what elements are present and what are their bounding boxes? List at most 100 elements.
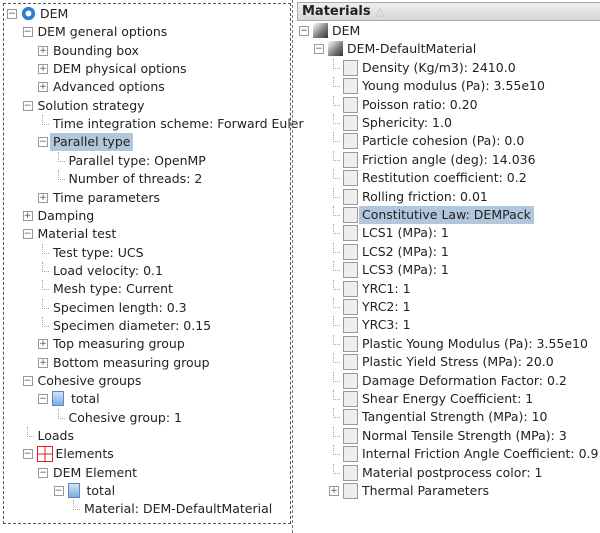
tree-item-lcs2-mpa-1[interactable]: LCS2 (MPa): 1 bbox=[293, 242, 600, 261]
tree-item-bounding-box[interactable]: + Bounding box bbox=[4, 42, 290, 60]
expand-icon[interactable]: + bbox=[38, 339, 48, 350]
tree-item-restitution-coefficient-0-2[interactable]: Restitution coefficient: 0.2 bbox=[293, 169, 600, 187]
tree-item-test-type-ucs[interactable]: Test type: UCS bbox=[4, 243, 290, 262]
collapse-icon[interactable]: − bbox=[314, 44, 324, 55]
tree-item-advanced-options[interactable]: + Advanced options bbox=[4, 78, 290, 96]
tree-connector bbox=[333, 132, 340, 143]
tree-item-lcs3-mpa-1[interactable]: LCS3 (MPa): 1 bbox=[293, 261, 600, 279]
sort-ascending-icon[interactable]: △ bbox=[376, 5, 384, 18]
tree-item-parallel-type[interactable]: − Parallel type bbox=[4, 133, 290, 152]
expand-icon[interactable]: + bbox=[22, 210, 33, 221]
material-icon bbox=[328, 41, 343, 57]
tree-item-lcs1-mpa-1[interactable]: LCS1 (MPa): 1 bbox=[293, 224, 600, 242]
tree-item-damping[interactable]: + Damping bbox=[4, 207, 290, 225]
tree-item-number-of-threads-2[interactable]: Number of threads: 2 bbox=[4, 170, 290, 188]
tree-item-yrc2-1[interactable]: YRC2: 1 bbox=[293, 298, 600, 316]
tree-item-mesh-type-current[interactable]: Mesh type: Current bbox=[4, 280, 290, 298]
tree-item-material-test[interactable]: − Material test bbox=[4, 225, 290, 243]
tree-item-specimen-diameter-0-15[interactable]: Specimen diameter: 0.15 bbox=[4, 316, 290, 335]
collapse-icon[interactable]: − bbox=[22, 449, 33, 460]
tree-item-dem[interactable]: − DEM bbox=[4, 5, 290, 23]
tree-item-dem-defaultmaterial[interactable]: − DEM-DefaultMaterial bbox=[293, 40, 600, 58]
tree-item-label: total bbox=[86, 483, 116, 499]
tree-item-plastic-young-modulus-pa-3-55e10[interactable]: Plastic Young Modulus (Pa): 3.55e10 bbox=[293, 334, 600, 353]
tree-item-label: Specimen length: 0.3 bbox=[53, 299, 187, 315]
tree-item-plastic-yield-stress-mpa-20-0[interactable]: Plastic Yield Stress (MPa): 20.0 bbox=[293, 353, 600, 371]
tree-item-shear-energy-coefficient-1[interactable]: Shear Energy Coefficient: 1 bbox=[293, 390, 600, 408]
tree-item-poisson-ratio-0-20[interactable]: Poisson ratio: 0.20 bbox=[293, 95, 600, 114]
expand-icon[interactable]: + bbox=[329, 486, 339, 496]
tree-item-thermal-parameters[interactable]: + Thermal Parameters bbox=[293, 482, 600, 500]
expand-icon[interactable]: + bbox=[38, 45, 48, 56]
tree-item-time-parameters[interactable]: + Time parameters bbox=[4, 189, 290, 207]
collapse-icon[interactable]: − bbox=[22, 229, 33, 240]
tree-connector bbox=[73, 500, 80, 511]
collapse-icon[interactable]: − bbox=[38, 137, 48, 148]
tree-item-rolling-friction-0-01[interactable]: Rolling friction: 0.01 bbox=[293, 187, 600, 206]
tree-connector bbox=[42, 316, 49, 327]
tree-item-tangential-strength-mpa-10[interactable]: Tangential Strength (MPa): 10 bbox=[293, 408, 600, 426]
collapse-icon[interactable]: − bbox=[22, 100, 33, 111]
tree-item-label: Shear Energy Coefficient: 1 bbox=[362, 391, 534, 406]
tree-item-dem-element[interactable]: − DEM Element bbox=[4, 464, 290, 482]
tree-item-cohesive-groups[interactable]: − Cohesive groups bbox=[4, 372, 290, 390]
collapse-icon[interactable]: − bbox=[22, 27, 33, 38]
tree-item-yrc1-1[interactable]: YRC1: 1 bbox=[293, 279, 600, 298]
materials-column-header[interactable]: Materials △ bbox=[297, 2, 600, 21]
expand-icon[interactable]: + bbox=[38, 357, 48, 368]
property-icon bbox=[343, 170, 358, 187]
tree-item-label: Load velocity: 0.1 bbox=[53, 262, 163, 278]
tree-item-label: YRC3: 1 bbox=[362, 317, 411, 333]
tree-item-constitutive-law-dempack[interactable]: Constitutive Law: DEMPack bbox=[293, 206, 600, 224]
tree-item-dem-general-options[interactable]: − DEM general options bbox=[4, 23, 290, 41]
tree-item-yrc3-1[interactable]: YRC3: 1 bbox=[293, 316, 600, 334]
tree-item-solution-strategy[interactable]: − Solution strategy bbox=[4, 97, 290, 115]
tree-item-normal-tensile-strength-mpa-3[interactable]: Normal Tensile Strength (MPa): 3 bbox=[293, 426, 600, 445]
tree-item-load-velocity-0-1[interactable]: Load velocity: 0.1 bbox=[4, 261, 290, 280]
tree-item-material-postprocess-color-1[interactable]: Material postprocess color: 1 bbox=[293, 463, 600, 482]
tree-item-young-modulus-pa-3-55e10[interactable]: Young modulus (Pa): 3.55e10 bbox=[293, 77, 600, 95]
property-icon bbox=[343, 188, 358, 205]
tree-item-specimen-length-0-3[interactable]: Specimen length: 0.3 bbox=[4, 298, 290, 317]
collapse-icon[interactable]: − bbox=[38, 394, 48, 405]
property-icon bbox=[343, 299, 358, 315]
tree-connector bbox=[333, 261, 340, 272]
tree-item-damage-deformation-factor-0-2[interactable]: Damage Deformation Factor: 0.2 bbox=[293, 371, 600, 390]
tree-item-label: Parallel type: OpenMP bbox=[68, 152, 206, 168]
property-icon bbox=[343, 207, 358, 223]
tree-item-elements[interactable]: − Elements bbox=[4, 445, 290, 463]
tree-item-label: DEM-DefaultMaterial bbox=[347, 41, 477, 57]
collapse-icon[interactable]: − bbox=[7, 9, 17, 19]
tree-item-label: Internal Friction Angle Coefficient: 0.9 bbox=[362, 446, 599, 462]
tree-connector bbox=[333, 206, 340, 216]
tree-item-friction-angle-deg-14-036[interactable]: Friction angle (deg): 14.036 bbox=[293, 150, 600, 169]
tree-item-time-integration-scheme-forward-euler[interactable]: Time integration scheme: Forward Euler bbox=[4, 115, 304, 133]
tree-connector bbox=[333, 95, 340, 106]
tree-item-label: YRC2: 1 bbox=[362, 299, 411, 314]
collapse-icon[interactable]: − bbox=[53, 486, 64, 497]
tree-item-loads[interactable]: Loads bbox=[4, 427, 290, 445]
collapse-icon[interactable]: − bbox=[38, 467, 48, 478]
property-icon bbox=[343, 335, 358, 352]
tree-item-internal-friction-angle-coefficient-0-9[interactable]: Internal Friction Angle Coefficient: 0.9 bbox=[293, 445, 600, 463]
tree-item-dem-physical-options[interactable]: + DEM physical options bbox=[4, 60, 290, 78]
tree-item-cohesive-group-1[interactable]: Cohesive group: 1 bbox=[4, 408, 290, 427]
tree-item-label: LCS2 (MPa): 1 bbox=[362, 243, 449, 259]
expand-icon[interactable]: + bbox=[38, 82, 48, 93]
tree-item-top-measuring-group[interactable]: + Top measuring group bbox=[4, 335, 290, 353]
tree-item-dem[interactable]: − DEM bbox=[293, 22, 600, 40]
property-icon bbox=[343, 317, 358, 334]
expand-icon[interactable]: + bbox=[38, 192, 48, 203]
tree-item-density-kg-m3-2410-0[interactable]: Density (Kg/m3): 2410.0 bbox=[293, 58, 600, 77]
tree-item-total[interactable]: − total bbox=[4, 482, 290, 500]
document-icon bbox=[52, 391, 64, 407]
tree-item-total[interactable]: − total bbox=[4, 390, 290, 408]
tree-item-material-dem-defaultmaterial[interactable]: Material: DEM-DefaultMaterial bbox=[4, 500, 290, 518]
tree-item-bottom-measuring-group[interactable]: + Bottom measuring group bbox=[4, 354, 290, 372]
tree-item-particle-cohesion-pa-0-0[interactable]: Particle cohesion (Pa): 0.0 bbox=[293, 132, 600, 150]
tree-item-parallel-type-openmp[interactable]: Parallel type: OpenMP bbox=[4, 151, 290, 170]
tree-item-sphericity-1-0[interactable]: Sphericity: 1.0 bbox=[293, 114, 600, 132]
expand-icon[interactable]: + bbox=[38, 64, 48, 75]
collapse-icon[interactable]: − bbox=[299, 26, 309, 36]
collapse-icon[interactable]: − bbox=[22, 376, 33, 386]
